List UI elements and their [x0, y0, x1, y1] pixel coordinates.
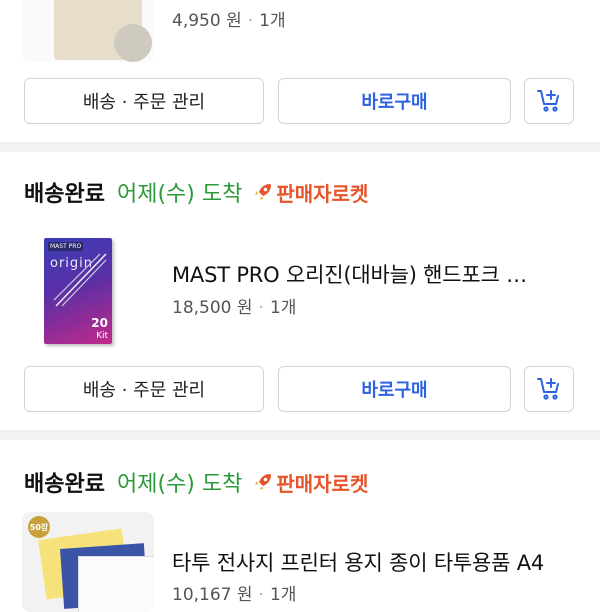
product-meta-prev: 4,950 원 · 1개 — [172, 11, 286, 31]
price: 4,950 원 — [172, 11, 242, 31]
section-divider — [0, 430, 600, 440]
product-meta: 18,500 원 · 1개 — [172, 298, 297, 318]
quantity: 1개 — [269, 585, 297, 605]
price: 18,500 원 — [172, 298, 253, 318]
count-badge: 50장 — [28, 516, 50, 538]
quantity: 1개 — [259, 11, 286, 31]
delivery-status: 배송완료 — [24, 182, 105, 207]
buy-again-button[interactable]: 바로구매 — [278, 366, 511, 412]
order-manage-label: 배송 · 주문 관리 — [82, 92, 206, 113]
order-manage-button[interactable]: 배송 · 주문 관리 — [24, 78, 264, 124]
section-divider — [0, 142, 600, 152]
quantity: 1개 — [269, 298, 297, 318]
arrival-date: 어제(수) 도착 — [116, 472, 243, 497]
product-thumbnail-transfer[interactable]: 50장 — [22, 512, 154, 612]
kit-count: 20 — [91, 316, 108, 330]
buy-again-label: 바로구매 — [361, 380, 428, 401]
seller-rocket-badge: 판매자로켓 — [252, 178, 368, 207]
product-meta: 10,167 원 · 1개 — [172, 585, 297, 605]
disc-image — [114, 24, 152, 62]
buy-again-button[interactable]: 바로구매 — [278, 78, 511, 124]
seller-rocket-badge: 판매자로켓 — [252, 468, 368, 497]
product-name-text: MAST PRO 오리진(대바늘) 핸드포크 … — [172, 263, 527, 287]
white-sheet — [78, 556, 154, 612]
delivery-status-row: 배송완료 어제(수) 도착 판매자로켓 — [24, 176, 368, 208]
cart-plus-icon — [537, 90, 559, 112]
order-manage-button[interactable]: 배송 · 주문 관리 — [24, 366, 264, 412]
rocket-icon — [255, 184, 272, 200]
product-thumbnail-mast[interactable]: MAST PRO origin 20 Kit — [22, 228, 154, 352]
box-image: MAST PRO origin 20 Kit — [44, 238, 112, 344]
add-to-cart-button[interactable] — [524, 366, 574, 412]
rocket-badge-label: 판매자로켓 — [276, 181, 369, 206]
rocket-badge-label: 판매자로켓 — [276, 471, 369, 496]
count-badge-text: 50장 — [29, 522, 49, 532]
product-name[interactable]: MAST PRO 오리진(대바늘) 핸드포크 … — [172, 259, 527, 289]
product-name-text: 타투 전사지 프린터 용지 종이 타투용품 A4 — [172, 551, 545, 575]
price: 10,167 원 — [172, 585, 253, 605]
product-thumbnail-prev[interactable] — [22, 0, 154, 62]
cart-plus-icon — [537, 378, 559, 400]
arrival-date: 어제(수) 도착 — [116, 182, 243, 207]
order-manage-label: 배송 · 주문 관리 — [82, 380, 206, 401]
needles-graphic — [53, 253, 107, 307]
add-to-cart-button[interactable] — [524, 78, 574, 124]
rocket-icon — [255, 474, 272, 490]
delivery-status-row: 배송완료 어제(수) 도착 판매자로켓 — [24, 466, 368, 498]
delivery-status: 배송완료 — [24, 472, 105, 497]
buy-again-label: 바로구매 — [361, 92, 428, 113]
kit-unit: Kit — [96, 331, 108, 341]
product-name[interactable]: 타투 전사지 프린터 용지 종이 타투용품 A4 — [172, 547, 544, 577]
